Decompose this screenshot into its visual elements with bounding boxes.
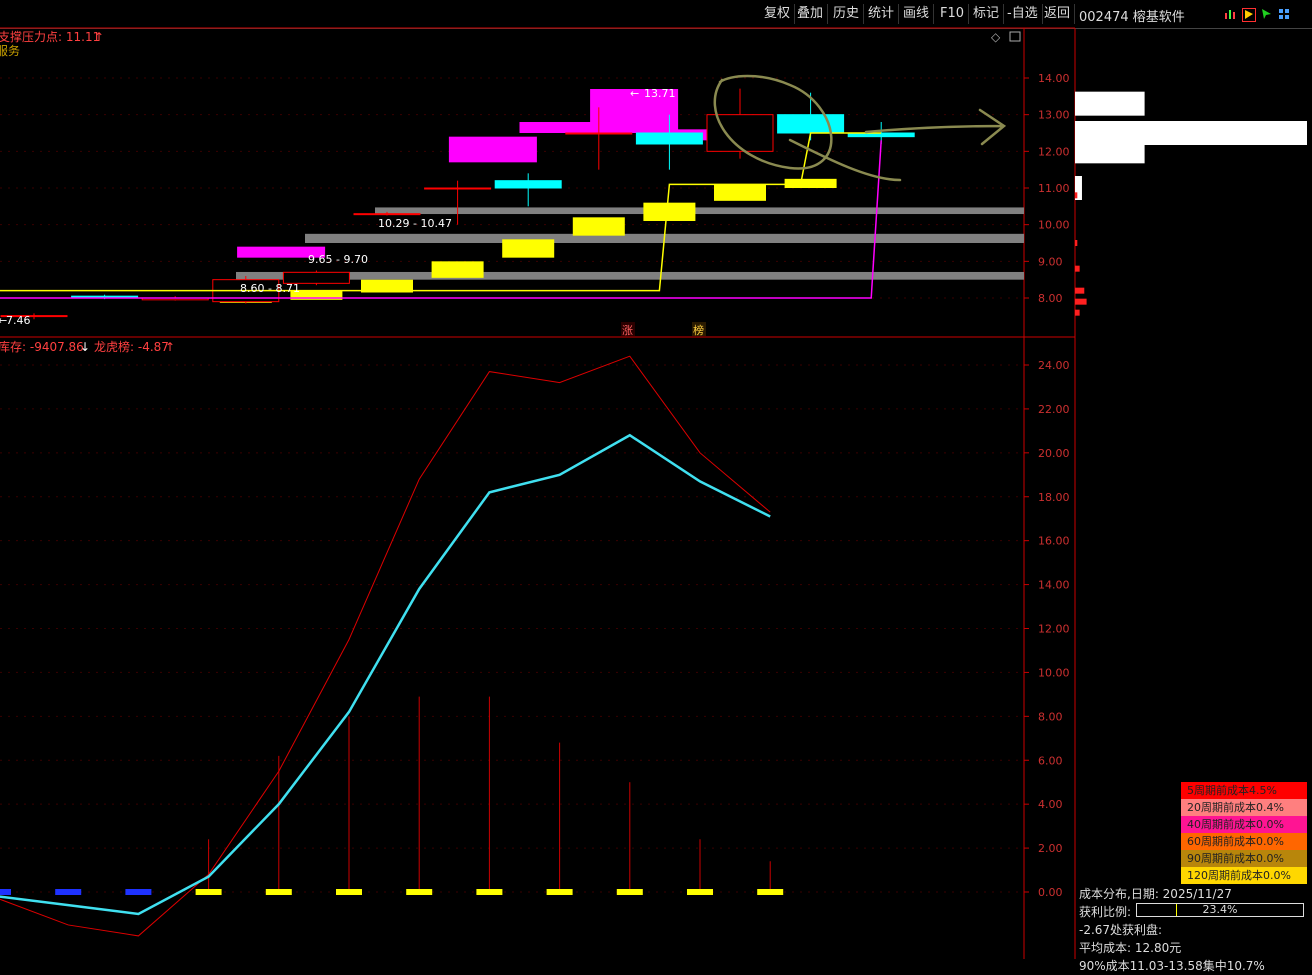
main-tick-label: 8.00 [1038,292,1063,305]
main-price-axis: 14.00 13.00 12.00 11.00 10.00 9.00 8.00 [1024,72,1070,305]
band-label-1: 10.29 - 10.47 [378,217,452,230]
dragon-tiger-label: 龙虎榜: -4.87 [94,339,169,354]
baseline-marker [546,889,573,895]
indicator-label: 支撑压力点: 11.11 [0,29,100,44]
cost-bar-profit [1075,298,1087,305]
panel-toggle-icon[interactable] [1009,31,1021,42]
main-tick-label: 14.00 [1038,72,1070,85]
candle-body [565,132,633,135]
yellow-box [572,217,625,236]
cost-legend-row: 120周期前成本0.0% [1181,867,1307,884]
inventory-label: 库存: -9407.86 [0,339,84,354]
cost-bar-profit [1075,287,1085,294]
chart-canvas: 14.00 13.00 12.00 11.00 10.00 9.00 8.00 支撑压力点:… [0,27,1307,959]
lower-grid [0,364,1024,893]
lower-tick-label: 6.00 [1038,754,1063,767]
cost-legend-row: 40周期前成本0.0% [1181,816,1307,833]
main-tick-label: 10.00 [1038,219,1070,232]
magenta-box [448,136,537,163]
indicator-up-arrow: ↑ [94,30,104,44]
yellow-box [643,202,696,221]
yellow-box [502,239,555,258]
cost-date: 成本分布,日期: 2025/11/27 [1079,887,1232,901]
candle-body [71,295,139,298]
low-price-label: 7.46 [6,314,31,327]
baseline-marker [195,889,222,895]
cyan-curve [0,433,771,916]
baseline-marker [616,889,643,895]
lower-tick-label: 16.00 [1038,535,1070,548]
cost-bar [1075,91,1145,116]
candle-body [424,187,492,190]
lower-tick-label: 20.00 [1038,447,1070,460]
baseline-marker [336,889,362,895]
candle-body [706,114,774,152]
baseline-marker [406,889,433,895]
main-tick-label: 9.00 [1038,255,1063,268]
lower-tick-label: 8.00 [1038,710,1063,723]
main-tick-label: 12.00 [1038,145,1070,158]
main-tick-label: 11.00 [1038,182,1070,195]
cost-bar-profit [1075,192,1078,199]
candle-body [635,132,703,145]
lower-tick-label: 2.00 [1038,842,1063,855]
lower-tick-label: 24.00 [1038,359,1070,372]
cost-legend-row: 90周期前成本0.0% [1181,850,1307,867]
baseline-marker [687,889,713,895]
cost-bar-profit [1075,265,1080,272]
cost-legend: 5周期前成本4.5% 20周期前成本0.4% 40周期前成本0.0% 60周期前成本0… [1181,782,1307,884]
support-bands [236,207,1024,280]
diamond-icon[interactable]: ◇ [991,30,1001,44]
candle-body [777,114,845,134]
candlesticks [0,88,915,320]
dragon-tiger-up-arrow: ↑ [165,340,175,354]
cost-legend-row: 20周期前成本0.4% [1181,799,1307,816]
baseline-marker [476,889,503,895]
profit-ratio-value: 23.4% [1202,903,1238,916]
cost-legend-row: 5周期前成本4.5% [1181,782,1307,799]
main-tick-label: 13.00 [1038,109,1070,122]
candle-body [494,180,562,189]
cost-distribution-info: 成本分布,日期: 2025/11/27 获利比例: -2.67处获利盘: 平均成… [1079,885,1307,975]
support-band [375,207,1024,215]
yellow-box [714,184,766,201]
cost-bar-profit [1075,309,1080,316]
profit-ratio-bar: 23.4% [1136,903,1304,917]
cost-legend-row: 60周期前成本0.0% [1181,833,1307,850]
baseline-marker [0,889,11,895]
cost-bar-profit [1075,240,1078,246]
band-label-2: 9.65 - 9.70 [308,253,368,266]
ranking-marker: 榜 [693,323,704,337]
low-price-arrow: ← [0,314,7,327]
lower-tick-label: 14.00 [1038,579,1070,592]
high-price-label: 13.71 [644,87,676,100]
lower-value-axis: 24.00 22.00 20.00 18.00 16.00 14.00 12.00 10.00… [1024,359,1070,899]
baseline-marker [55,889,82,895]
high-price-arrow: ← [630,87,639,100]
baseline-marker [757,889,784,895]
baseline-marker [265,889,292,895]
red-curve [0,355,771,937]
yellow-box [431,261,484,278]
lower-tick-label: 10.00 [1038,666,1070,679]
cost-distribution [1075,91,1307,316]
volume-spikes [208,696,771,892]
lower-tick-label: 18.00 [1038,491,1070,504]
support-band [236,271,1024,280]
lower-tick-label: 0.00 [1038,886,1063,899]
cost-concentration: 90%成本11.03-13.58集中10.7% [1079,959,1265,973]
profit-line: -2.67处获利盘: [1079,923,1163,937]
inventory-down-arrow: ↓ [80,340,90,354]
lower-tick-label: 22.00 [1038,403,1070,416]
lower-tick-label: 4.00 [1038,798,1063,811]
indicator-sub-label: 服务 [0,43,20,58]
baseline-marker [125,889,152,895]
yellow-box [784,178,837,188]
limit-up-marker: 涨 [622,324,633,337]
band-label-3: 8.60 - 8.71 [240,282,300,295]
candle-body [353,213,421,216]
lower-tick-label: 12.00 [1038,623,1070,636]
cost-bar [1075,139,1145,164]
average-cost: 平均成本: 12.80元 [1079,941,1182,955]
